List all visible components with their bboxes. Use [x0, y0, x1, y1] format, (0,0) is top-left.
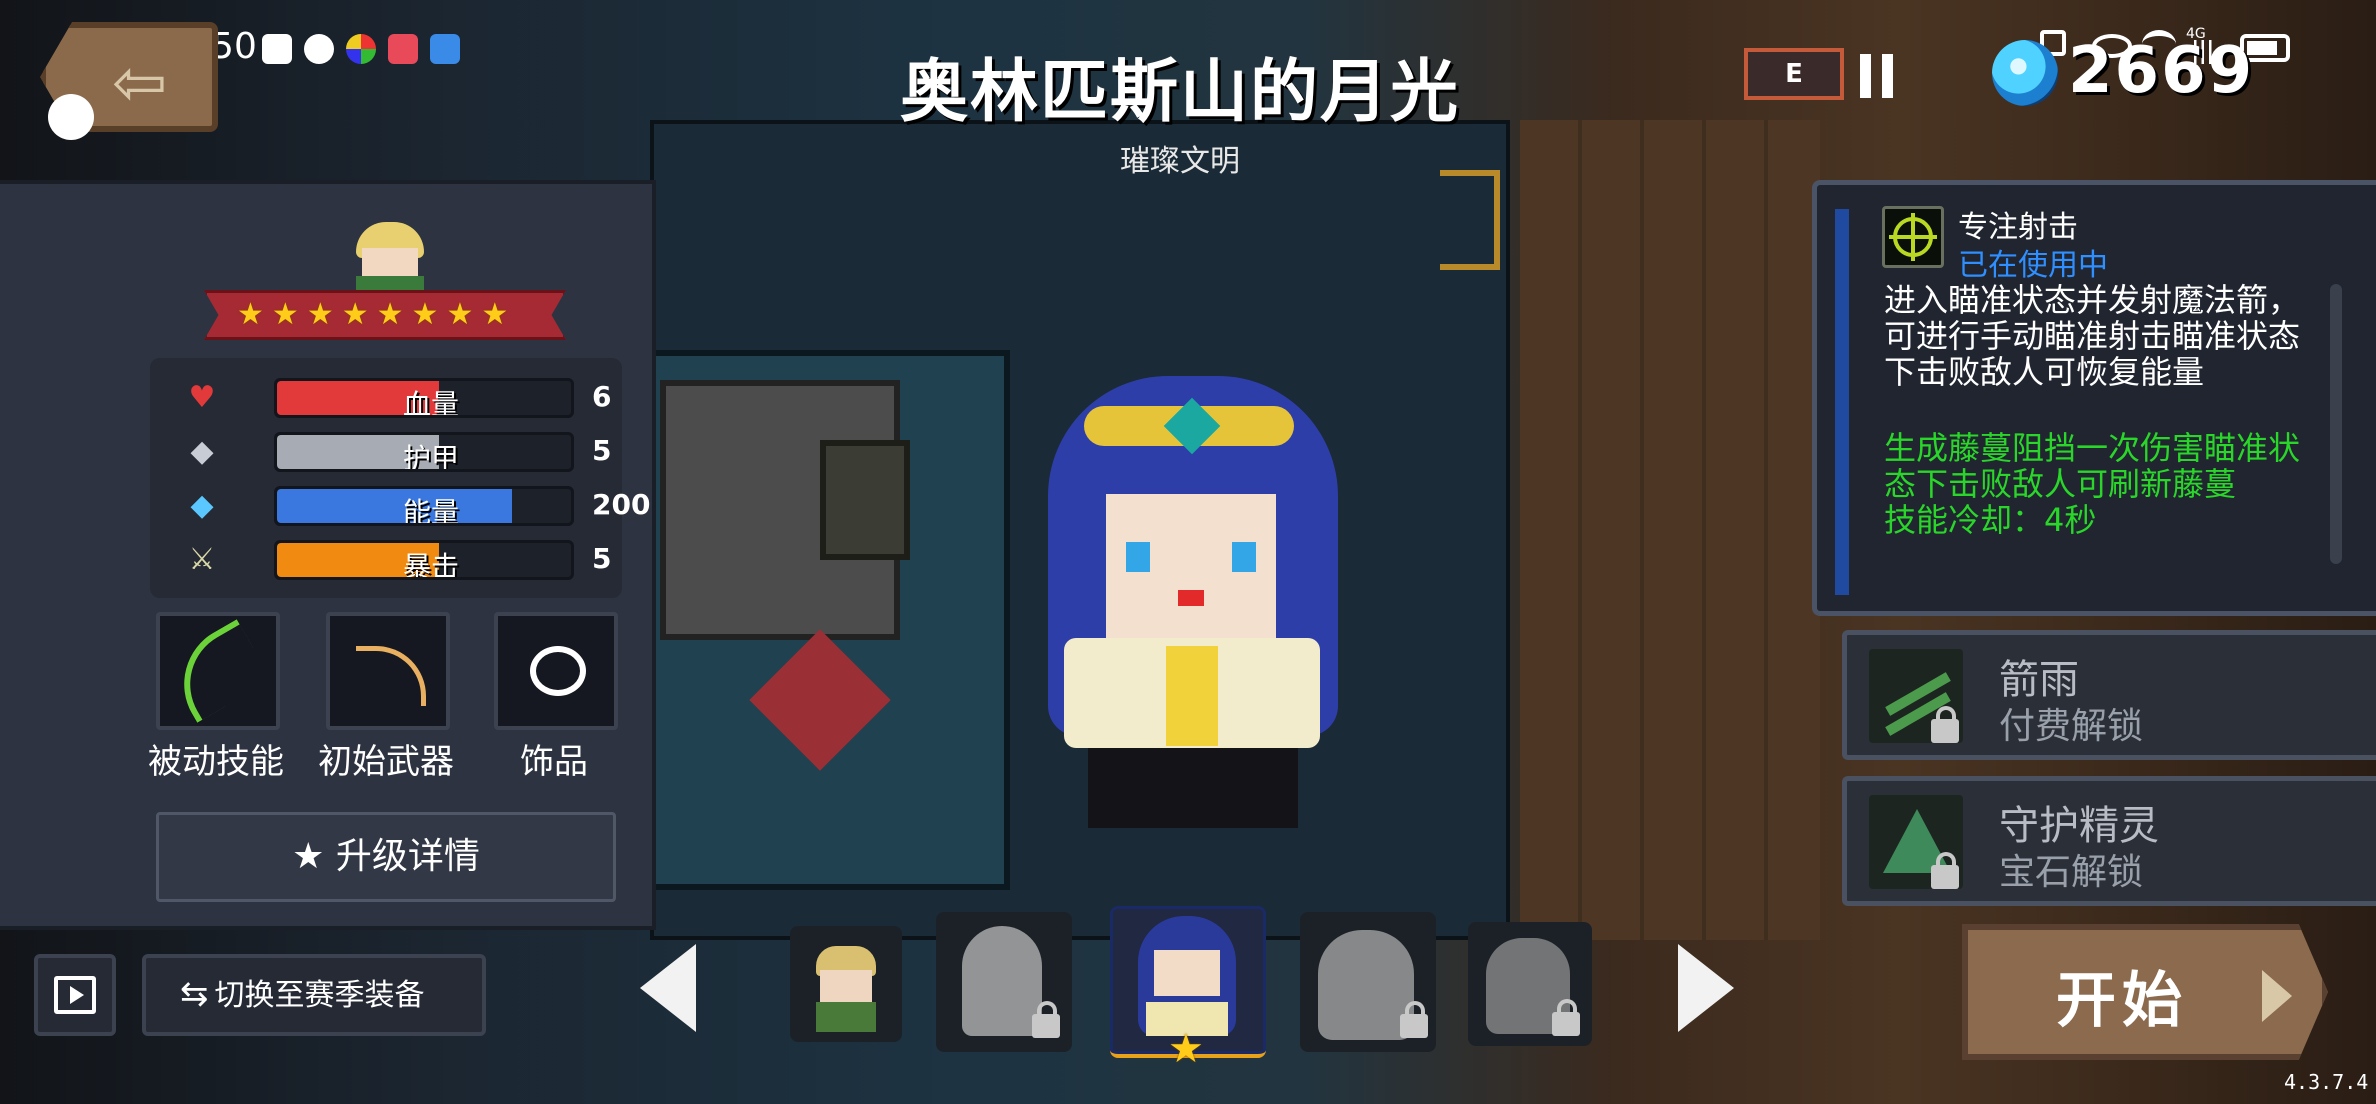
- starting-weapon-slot[interactable]: [326, 612, 450, 730]
- skill-panel-accent: [1835, 209, 1849, 595]
- lock-icon: [1032, 1001, 1060, 1038]
- gem-count: 2669: [2068, 34, 2255, 108]
- rank-star-icon: ★: [411, 297, 439, 332]
- skill-description: 进入瞄准状态并发射魔法箭，可进行手动瞄准射击瞄准状态下击败敌人可恢复能量: [1884, 281, 2301, 391]
- version-label: 4.3.7.4: [2284, 1070, 2369, 1094]
- rank-star-icon: ★: [446, 297, 474, 332]
- rank-star-icon: ★: [237, 297, 264, 332]
- stat-row-armor: ◆ 护甲 5: [184, 432, 624, 472]
- lock-icon: [1400, 1001, 1428, 1038]
- play-icon: [70, 986, 84, 1004]
- armor-value: 5: [592, 434, 612, 467]
- stats-box: ♥ 血量 6 ◆ 护甲 5 ◆ 能量 200 ⚔ 暴击 5: [150, 358, 650, 598]
- skill-status: 已在使用中: [1958, 248, 2108, 283]
- lock-icon: [1931, 706, 1959, 743]
- upgrade-details-button[interactable]: ★ 升级详情: [156, 812, 616, 902]
- eco-badge-label: E: [1785, 59, 1803, 89]
- skill-bonus-effects: 生成藤蔓阻挡一次伤害瞄准状态下击败敌人可刷新藤蔓: [1884, 429, 2301, 503]
- alt-skill-guardian-spirit[interactable]: 守护精灵 宝石解锁: [1842, 776, 2376, 906]
- cup-prop: [820, 440, 910, 560]
- lock-icon: [1552, 999, 1580, 1036]
- character-title: 奥林匹斯山的月光: [899, 53, 1460, 132]
- prev-character-arrow[interactable]: [640, 944, 696, 1032]
- lock-icon: [1931, 852, 1959, 889]
- start-button-label: 开始: [2056, 966, 2188, 1036]
- crit-bar: 暴击: [274, 540, 574, 580]
- character-card-selected[interactable]: ★: [1110, 906, 1266, 1072]
- accessory-label: 饰品: [520, 742, 588, 782]
- start-arrow-icon: [2262, 970, 2292, 1022]
- switch-season-gear-button[interactable]: ⇆ 切换至赛季装备: [142, 954, 486, 1036]
- bow-icon: [162, 619, 272, 723]
- selected-hero-sprite: [1048, 376, 1338, 836]
- rank-star-icon: ★: [306, 297, 334, 332]
- heart-icon: ♥: [188, 380, 216, 415]
- health-label: 血量: [402, 388, 459, 418]
- passive-skill-slot[interactable]: [156, 612, 280, 730]
- stat-row-energy: ◆ 能量 200: [184, 486, 650, 526]
- shield-icon: ◆: [190, 434, 214, 469]
- switch-season-gear-label: 切换至赛季装备: [214, 978, 425, 1013]
- character-card-elf[interactable]: [790, 926, 902, 1042]
- crit-label: 暴击: [402, 550, 459, 580]
- rank-star-icon: ★: [341, 297, 369, 332]
- skill-bonus-text: 生成藤蔓阻挡一次伤害瞄准状态下击败敌人可刷新藤蔓 技能冷却：4秒: [1884, 430, 2312, 538]
- wood-floor: [1520, 120, 1820, 940]
- crit-sword-icon: ⚔: [188, 542, 216, 577]
- star-rank: ★ ★ ★ ★ ★ ★ ★ ★: [237, 297, 508, 332]
- calendar-icon: [262, 34, 292, 64]
- alt-skill-unlock: 付费解锁: [1999, 706, 2144, 747]
- passive-skill-label: 被动技能: [148, 742, 284, 782]
- selected-star-icon: ★: [1168, 1026, 1204, 1072]
- skill-scrollbar[interactable]: [2330, 284, 2342, 564]
- skill-cooldown: 技能冷却：4秒: [1884, 501, 2097, 539]
- pause-bar-left: [1860, 54, 1871, 98]
- app-icon-red: [388, 34, 418, 64]
- app-icon-blue: [430, 34, 460, 64]
- rank-star-icon: ★: [376, 297, 404, 332]
- armor-label: 护甲: [402, 442, 459, 472]
- crit-value: 5: [592, 542, 612, 575]
- replay-button[interactable]: [34, 954, 116, 1036]
- rank-star-icon: ★: [271, 297, 299, 332]
- wall-ornament: [1440, 170, 1500, 270]
- rank-star-icon: ★: [481, 297, 509, 332]
- app-icon-color: [346, 34, 376, 64]
- energy-bar: 能量: [274, 486, 574, 526]
- accessory-slot[interactable]: [494, 612, 618, 730]
- character-card-locked-2[interactable]: [1300, 912, 1436, 1052]
- exit-icon: ⇦: [112, 44, 168, 121]
- alt-skill-unlock: 宝石解锁: [1999, 852, 2144, 893]
- health-value: 6: [592, 380, 612, 413]
- switch-arrows-icon: ⇆: [180, 974, 209, 1014]
- ring-icon: [530, 646, 586, 696]
- pause-button[interactable]: [1860, 54, 1894, 98]
- floating-assistive-dot[interactable]: [48, 94, 94, 140]
- wechat-icon: [304, 34, 334, 64]
- alt-skill-arrow-rain[interactable]: 箭雨 付费解锁: [1842, 630, 2376, 760]
- skin-subtitle: 璀璨文明: [1120, 144, 1240, 179]
- energy-label: 能量: [402, 496, 459, 526]
- eco-badge-button[interactable]: E: [1744, 48, 1844, 100]
- character-card-locked-1[interactable]: [936, 912, 1072, 1052]
- crosshair-icon: [1882, 206, 1944, 268]
- energy-value: 200: [592, 488, 651, 521]
- health-bar: 血量: [274, 378, 574, 418]
- stat-row-health: ♥ 血量 6: [184, 378, 624, 418]
- next-character-arrow[interactable]: [1678, 944, 1734, 1032]
- pause-bar-right: [1882, 54, 1893, 98]
- stat-row-crit: ⚔ 暴击 5: [184, 540, 624, 580]
- armor-bar: 护甲: [274, 432, 574, 472]
- energy-crystal-icon: ◆: [190, 488, 214, 523]
- star-rank-banner: ★ ★ ★ ★ ★ ★ ★ ★: [204, 290, 566, 340]
- weapon-bow-icon: [356, 646, 426, 706]
- gem-icon: [1992, 40, 2058, 106]
- character-card-locked-3[interactable]: [1468, 922, 1592, 1046]
- starting-weapon-label: 初始武器: [318, 742, 454, 782]
